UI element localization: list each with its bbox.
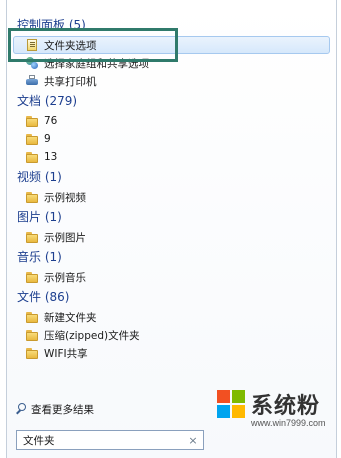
group-header-files[interactable]: 文件 (86) (7, 286, 336, 308)
result-item-music[interactable]: 示例音乐 (7, 268, 336, 286)
search-input[interactable]: 文件夹 × (16, 430, 204, 450)
result-item-document[interactable]: 76 (7, 112, 336, 130)
folder-icon (25, 346, 39, 360)
result-item-label: 9 (44, 133, 51, 145)
result-item-label: 文件夹选项 (44, 39, 97, 52)
logo-tile (232, 390, 245, 403)
result-item-label: 示例音乐 (44, 271, 86, 284)
search-icon (15, 403, 27, 415)
result-item-label: 示例视频 (44, 191, 86, 204)
result-item-label: 新建文件夹 (44, 311, 97, 324)
result-item-folder-options[interactable]: 文件夹选项 (13, 36, 330, 54)
result-item-label: 示例图片 (44, 231, 86, 244)
logo-tile (232, 405, 245, 418)
folder-icon (25, 150, 39, 164)
results-list: 控制面板 (5) 文件夹选项 选择家庭组和共享选项 共享打印机 文档 (279)… (7, 14, 336, 362)
watermark-url: www.win7999.com (251, 418, 326, 428)
group-header-control-panel[interactable]: 控制面板 (5) (7, 14, 336, 36)
search-input-value: 文件夹 (23, 434, 55, 447)
group-header-documents[interactable]: 文档 (279) (7, 90, 336, 112)
result-item-file[interactable]: 压缩(zipped)文件夹 (7, 326, 336, 344)
group-header-pictures[interactable]: 图片 (1) (7, 206, 336, 228)
result-item-share-printer[interactable]: 共享打印机 (7, 72, 336, 90)
folder-icon (25, 230, 39, 244)
result-item-document[interactable]: 13 (7, 148, 336, 166)
network-icon (25, 56, 39, 70)
logo-tile (217, 405, 230, 418)
logo-tile (217, 390, 230, 403)
result-item-label: 76 (44, 115, 58, 127)
folder-icon (25, 190, 39, 204)
folder-options-icon (25, 38, 39, 52)
folder-icon (25, 114, 39, 128)
see-more-results-label: 查看更多结果 (31, 403, 94, 416)
printer-icon (25, 74, 39, 88)
result-item-label: 压缩(zipped)文件夹 (44, 329, 140, 342)
result-item-label: 共享打印机 (44, 75, 97, 88)
see-more-results-link[interactable]: 查看更多结果 (15, 400, 94, 418)
group-header-videos[interactable]: 视频 (1) (7, 166, 336, 188)
result-item-label: 选择家庭组和共享选项 (44, 57, 149, 70)
result-item-homegroup[interactable]: 选择家庭组和共享选项 (7, 54, 336, 72)
result-item-label: 13 (44, 151, 58, 163)
group-header-music[interactable]: 音乐 (1) (7, 246, 336, 268)
close-icon[interactable]: × (186, 434, 200, 447)
folder-icon (25, 310, 39, 324)
result-item-document[interactable]: 9 (7, 130, 336, 148)
result-item-file[interactable]: WIFI共享 (7, 344, 336, 362)
site-watermark: 系统粉 www.win7999.com (207, 384, 337, 454)
folder-icon (25, 328, 39, 342)
folder-icon (25, 132, 39, 146)
windows-logo-icon (217, 390, 245, 418)
folder-icon (25, 270, 39, 284)
result-item-video[interactable]: 示例视频 (7, 188, 336, 206)
result-item-file[interactable]: 新建文件夹 (7, 308, 336, 326)
result-item-picture[interactable]: 示例图片 (7, 228, 336, 246)
result-item-label: WIFI共享 (44, 347, 88, 360)
watermark-title: 系统粉 (251, 393, 321, 418)
